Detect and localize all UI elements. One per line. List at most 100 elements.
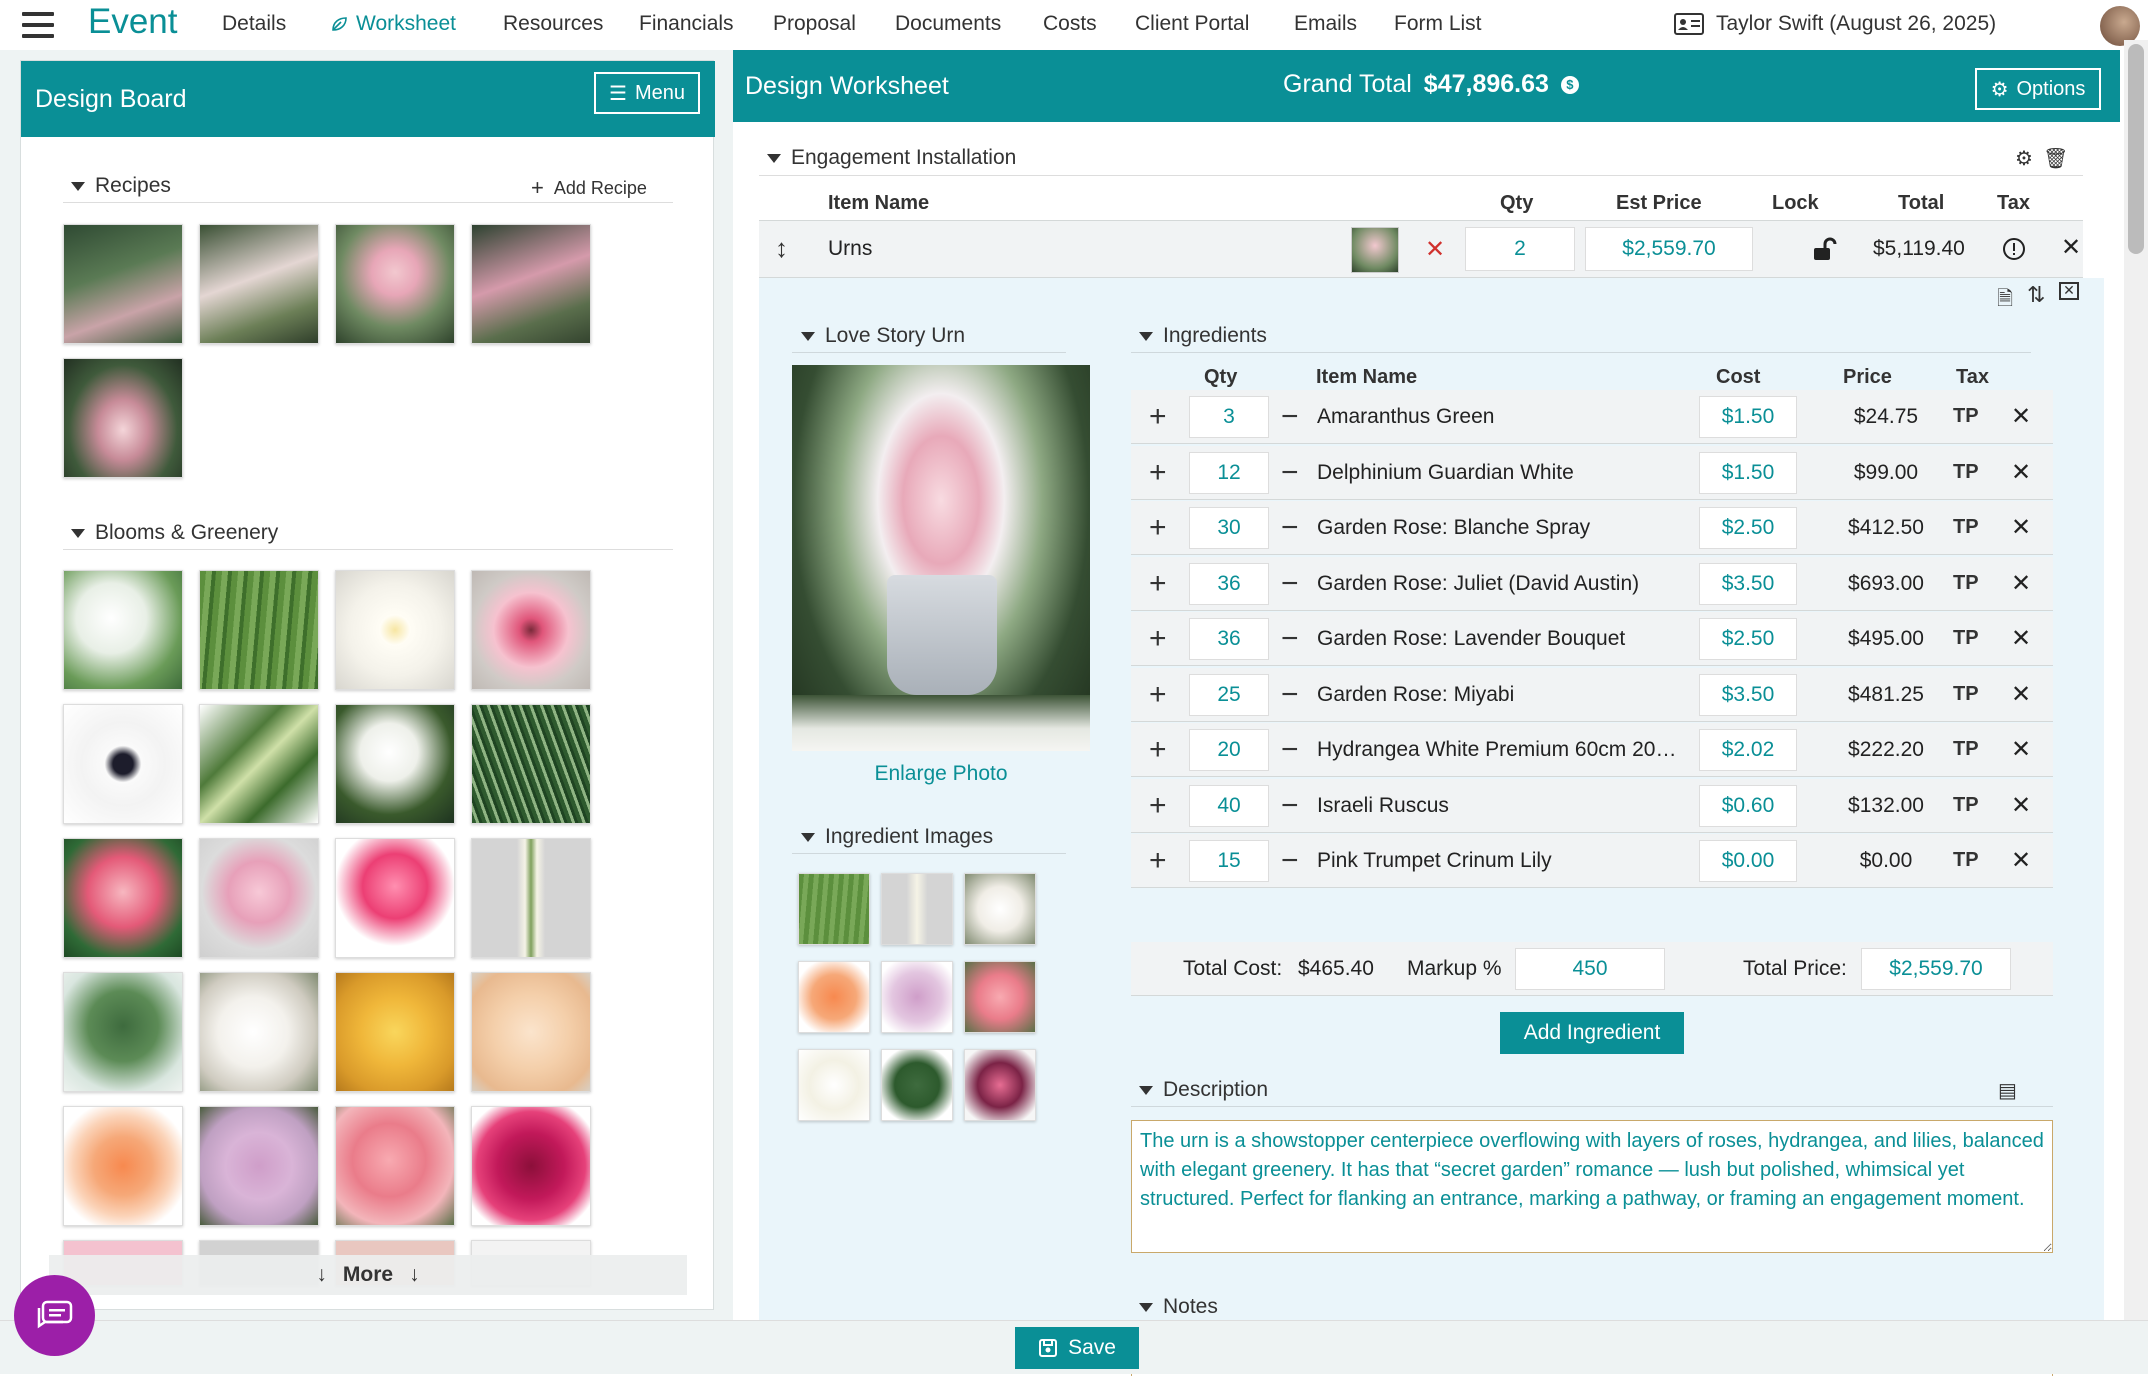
ingredient-image[interactable] xyxy=(798,961,870,1033)
add-recipe-button[interactable]: + Add Recipe xyxy=(531,175,647,201)
ingredient-cost-input[interactable]: $0.00 xyxy=(1699,840,1797,882)
chat-button[interactable] xyxy=(14,1275,95,1356)
ingredient-qty-input[interactable]: 15 xyxy=(1189,840,1269,882)
item-thumb[interactable] xyxy=(1351,227,1399,273)
nav-costs[interactable]: Costs xyxy=(1043,12,1097,36)
increment-button[interactable]: + xyxy=(1149,844,1167,878)
recipe-thumb[interactable] xyxy=(335,224,455,344)
more-button[interactable]: ↓ More ↓ xyxy=(49,1255,687,1295)
ingredient-image[interactable] xyxy=(964,1049,1036,1121)
nav-details[interactable]: Details xyxy=(222,12,286,36)
qty-input[interactable]: 2 xyxy=(1465,227,1575,271)
remove-ingredient-icon[interactable]: ✕ xyxy=(2011,846,2031,875)
nav-resources[interactable]: Resources xyxy=(503,12,603,36)
bloom-thumb[interactable] xyxy=(335,704,455,824)
ingredient-cost-input[interactable]: $2.50 xyxy=(1699,507,1797,549)
engagement-section-header[interactable]: Engagement Installation xyxy=(767,146,1016,170)
nav-documents[interactable]: Documents xyxy=(895,12,1001,36)
recipes-header[interactable]: Recipes xyxy=(71,174,171,198)
remove-ingredient-icon[interactable]: ✕ xyxy=(2011,513,2031,542)
increment-button[interactable]: + xyxy=(1149,733,1167,767)
ingredient-image[interactable] xyxy=(964,873,1036,945)
recipe-thumb[interactable] xyxy=(199,224,319,344)
add-ingredient-button[interactable]: Add Ingredient xyxy=(1500,1012,1684,1054)
decrement-button[interactable]: − xyxy=(1281,567,1299,601)
bloom-thumb[interactable] xyxy=(471,972,591,1092)
markup-input[interactable]: 450 xyxy=(1515,948,1665,990)
bloom-thumb[interactable] xyxy=(335,1106,455,1226)
ingredient-cost-input[interactable]: $2.50 xyxy=(1699,618,1797,660)
nav-emails[interactable]: Emails xyxy=(1294,12,1357,36)
bloom-thumb[interactable] xyxy=(63,838,183,958)
ingredient-row[interactable]: +15− Pink Trumpet Crinum Lily $0.00 $0.00 TP… xyxy=(1131,834,2053,888)
bloom-thumb[interactable] xyxy=(471,838,591,958)
nav-form-list[interactable]: Form List xyxy=(1394,12,1482,36)
ingredient-qty-input[interactable]: 40 xyxy=(1189,784,1269,827)
bloom-thumb[interactable] xyxy=(199,570,319,690)
gear-icon[interactable]: ⚙ xyxy=(2015,146,2033,171)
nav-worksheet[interactable]: Worksheet xyxy=(330,12,456,36)
bloom-thumb[interactable] xyxy=(471,570,591,690)
increment-button[interactable]: + xyxy=(1149,456,1167,490)
save-button[interactable]: Save xyxy=(1015,1327,1139,1369)
bloom-thumb[interactable] xyxy=(199,838,319,958)
menu-button[interactable]: ☰ Menu xyxy=(594,72,700,114)
dollar-info-icon[interactable]: $ xyxy=(1560,75,1579,94)
decrement-button[interactable]: − xyxy=(1281,400,1299,434)
enlarge-photo-link[interactable]: Enlarge Photo xyxy=(792,762,1090,786)
bloom-thumb[interactable] xyxy=(199,704,319,824)
ingredient-qty-input[interactable]: 12 xyxy=(1189,451,1269,494)
sort-icon[interactable]: ⇅ xyxy=(2027,282,2045,308)
scrollbar-thumb[interactable] xyxy=(2128,44,2144,254)
decrement-button[interactable]: − xyxy=(1281,678,1299,712)
bloom-thumb[interactable] xyxy=(199,1106,319,1226)
ingredient-image[interactable] xyxy=(881,961,953,1033)
ingredient-qty-input[interactable]: 3 xyxy=(1189,396,1269,438)
bloom-thumb[interactable] xyxy=(335,570,455,690)
bloom-thumb[interactable] xyxy=(335,972,455,1092)
recipe-photo[interactable] xyxy=(792,365,1090,751)
bloom-thumb[interactable] xyxy=(63,570,183,690)
ingredient-row[interactable]: +30− Garden Rose: Blanche Spray $2.50 $412.… xyxy=(1131,501,2053,555)
trash-icon[interactable]: 🗑 xyxy=(2043,146,2068,171)
decrement-button[interactable]: − xyxy=(1281,844,1299,878)
unlock-icon[interactable] xyxy=(1811,237,1837,263)
ingredient-image[interactable] xyxy=(881,1049,953,1121)
bloom-thumb[interactable] xyxy=(63,972,183,1092)
decrement-button[interactable]: − xyxy=(1281,456,1299,490)
hamburger-menu-icon[interactable] xyxy=(22,12,54,38)
bloom-thumb[interactable] xyxy=(335,838,455,958)
ingredient-row[interactable]: +36− Garden Rose: Lavender Bouquet $2.50 $4… xyxy=(1131,612,2053,666)
table-row[interactable]: ↕ Urns ✕ 2 $2,559.70 $5,119.40 ✕ xyxy=(759,220,2083,278)
remove-ingredient-icon[interactable]: ✕ xyxy=(2011,458,2031,487)
ingredient-row[interactable]: +36− Garden Rose: Juliet (David Austin) $3… xyxy=(1131,556,2053,611)
bloom-thumb[interactable] xyxy=(63,704,183,824)
ingredient-cost-input[interactable]: $1.50 xyxy=(1699,451,1797,494)
ingredient-cost-input[interactable]: $1.50 xyxy=(1699,396,1797,438)
ingredient-qty-input[interactable]: 36 xyxy=(1189,562,1269,605)
ingredient-image[interactable] xyxy=(964,961,1036,1033)
ingredient-cost-input[interactable]: $2.02 xyxy=(1699,729,1797,771)
bloom-thumb[interactable] xyxy=(199,972,319,1092)
ingredient-row[interactable]: +12− Delphinium Guardian White $1.50 $99.00… xyxy=(1131,445,2053,500)
ingredient-image[interactable] xyxy=(798,1049,870,1121)
ingredient-row[interactable]: +20− Hydrangea White Premium 60cm 20c... $… xyxy=(1131,723,2053,777)
ingredient-images-header[interactable]: Ingredient Images xyxy=(801,825,993,849)
remove-image-icon[interactable]: ✕ xyxy=(1425,235,1445,264)
remove-ingredient-icon[interactable]: ✕ xyxy=(2011,569,2031,598)
increment-button[interactable]: + xyxy=(1149,567,1167,601)
remove-ingredient-icon[interactable]: ✕ xyxy=(2011,735,2031,764)
increment-button[interactable]: + xyxy=(1149,511,1167,545)
options-button[interactable]: ⚙ Options xyxy=(1975,68,2101,110)
ingredient-row[interactable]: +40− Israeli Ruscus $0.60 $132.00 TP ✕ xyxy=(1131,778,2053,833)
recipe-thumb[interactable] xyxy=(471,224,591,344)
ingredient-image[interactable] xyxy=(881,873,953,945)
increment-button[interactable]: + xyxy=(1149,789,1167,823)
nav-proposal[interactable]: Proposal xyxy=(773,12,856,36)
remove-ingredient-icon[interactable]: ✕ xyxy=(2011,680,2031,709)
document-icon[interactable]: 🗎 xyxy=(1997,284,2013,318)
ingredient-qty-input[interactable]: 36 xyxy=(1189,618,1269,660)
recipe-thumb[interactable] xyxy=(63,224,183,344)
increment-button[interactable]: + xyxy=(1149,678,1167,712)
ingredient-cost-input[interactable]: $3.50 xyxy=(1699,562,1797,605)
